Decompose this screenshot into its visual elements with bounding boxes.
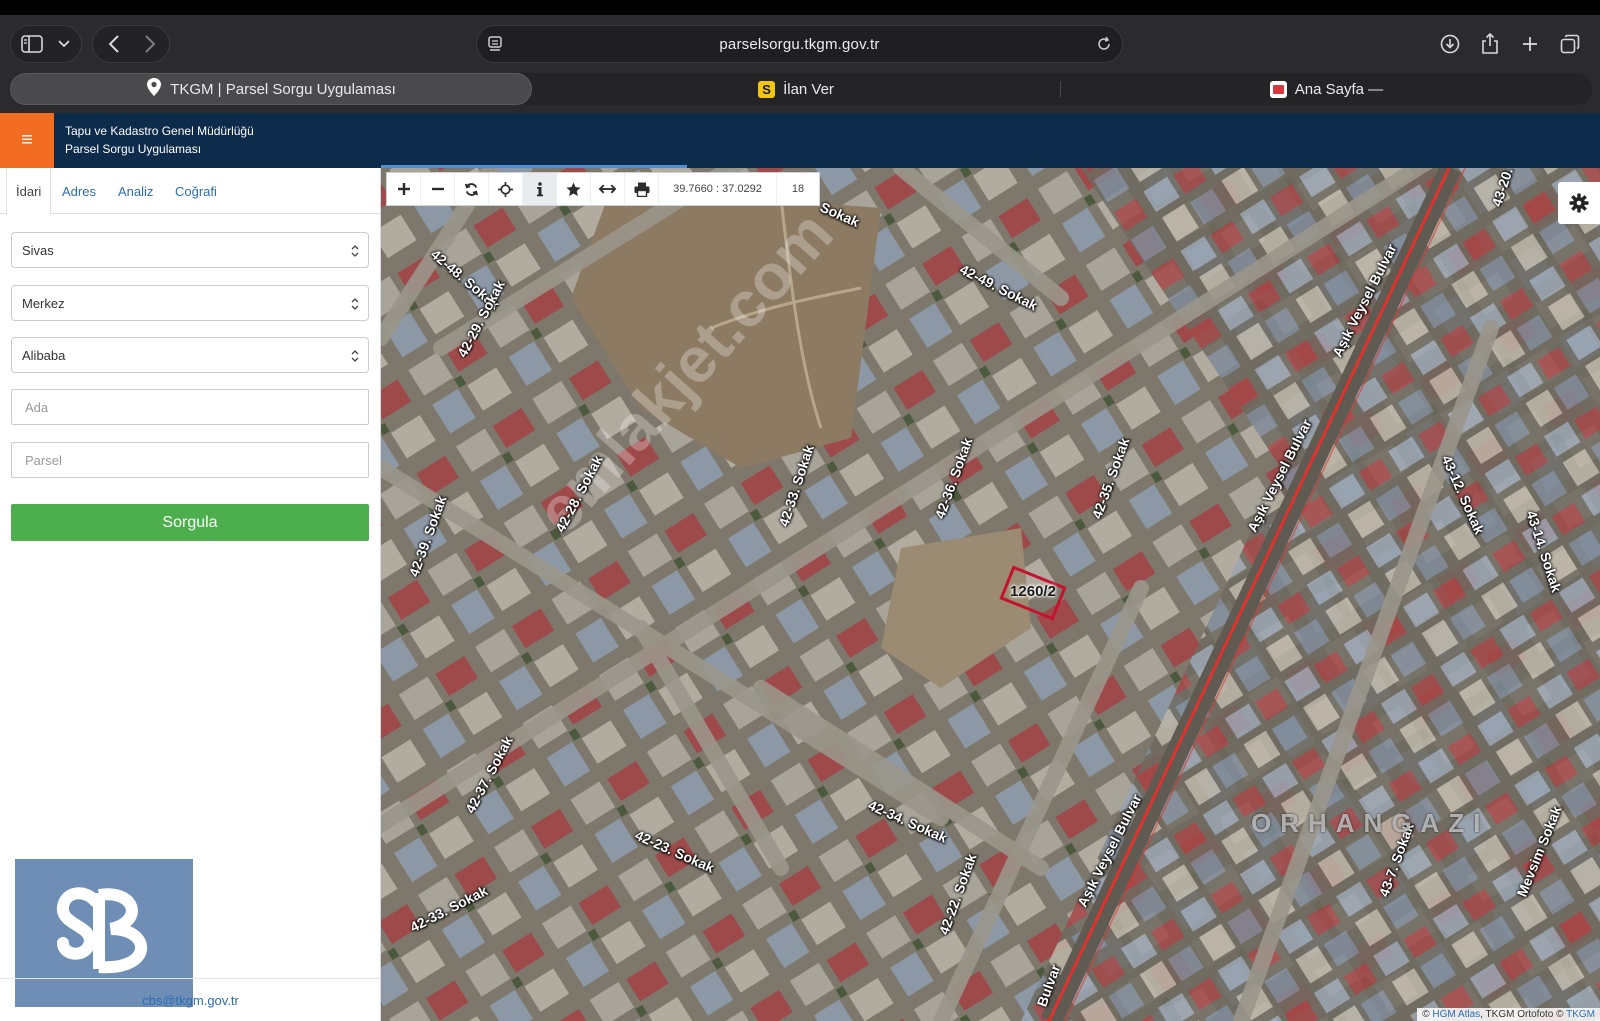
zoom-out-icon[interactable]: [421, 173, 455, 205]
ada-input[interactable]: [11, 389, 369, 425]
org-name: Tapu ve Kadastro Genel Müdürlüğü: [65, 124, 254, 138]
parsel-input[interactable]: [11, 442, 369, 478]
star-icon[interactable]: [557, 173, 591, 205]
browser-actions: [1430, 25, 1590, 63]
new-tab-icon[interactable]: [1510, 25, 1550, 63]
select-value: Sivas: [22, 243, 54, 258]
tab-cografi[interactable]: Coğrafi: [175, 168, 217, 214]
menu-button[interactable]: ≡: [0, 113, 54, 168]
address-bar[interactable]: parselsorgu.tkgm.gov.tr: [476, 25, 1123, 63]
select-value: Alibaba: [22, 348, 66, 363]
select-caret-icon: [351, 298, 359, 310]
app-title: Tapu ve Kadastro Genel Müdürlüğü Parsel …: [65, 122, 254, 158]
gear-icon: [1569, 193, 1589, 213]
tab-bar: TKGM | Parsel Sorgu Uygulaması S İlan Ve…: [0, 73, 1600, 113]
tab-title: İlan Ver: [783, 80, 834, 98]
tab-strip: TKGM | Parsel Sorgu Uygulaması S İlan Ve…: [10, 73, 1592, 105]
share-icon[interactable]: [1470, 25, 1510, 63]
map-attribution: © HGM Atlas, TKGM Ortofoto © TKGM: [1417, 1008, 1600, 1021]
district-label: ORHANGAZI: [1251, 808, 1490, 838]
coordinate-readout: 39.7660 : 37.0292: [659, 173, 777, 205]
satellite-imagery: [381, 168, 1600, 1021]
top-strip: [0, 0, 1600, 15]
print-icon[interactable]: [625, 173, 659, 205]
parcel-label: 1260/2: [1010, 583, 1056, 600]
select-value: Merkez: [22, 296, 65, 311]
location-pin-icon: [146, 77, 162, 101]
hgm-atlas-link[interactable]: HGM Atlas: [1432, 1009, 1480, 1020]
tab-title: Ana Sayfa —: [1294, 80, 1384, 98]
measure-icon[interactable]: [591, 173, 625, 205]
tab-ana-sayfa[interactable]: Ana Sayfa —: [1061, 73, 1592, 105]
zoom-in-icon[interactable]: [387, 173, 421, 205]
tab-title: TKGM | Parsel Sorgu Uygulaması: [170, 80, 396, 98]
attribution-text: , TKGM Ortofoto ©: [1480, 1009, 1564, 1020]
reload-icon[interactable]: [1096, 35, 1112, 58]
query-sidebar: İdari Adres Analiz Coğrafi Sivas Merkez …: [0, 168, 381, 1021]
refresh-icon[interactable]: [455, 173, 489, 205]
tab-adres[interactable]: Adres: [62, 168, 96, 214]
sidebar-toggle-group: [10, 25, 82, 63]
tab-tkgm[interactable]: TKGM | Parsel Sorgu Uygulaması: [10, 73, 532, 105]
crosshair-icon[interactable]: [489, 173, 523, 205]
province-select[interactable]: Sivas: [11, 232, 369, 268]
favicon-s-icon: S: [758, 80, 776, 98]
hamburger-icon: ≡: [21, 129, 33, 151]
sidebar-footer: cbs@tkgm.gov.tr: [0, 978, 381, 1021]
nav-group: [92, 25, 170, 63]
tab-idari[interactable]: İdari: [6, 168, 52, 215]
sidebar-tabs: İdari Adres Analiz Coğrafi: [0, 168, 381, 215]
attribution-prefix: ©: [1422, 1009, 1430, 1020]
sorgula-button[interactable]: Sorgula: [11, 504, 369, 541]
favicon-home-icon: [1269, 80, 1287, 98]
map-toolbar: 39.7660 : 37.0292 18: [386, 172, 820, 206]
select-caret-icon: [351, 245, 359, 257]
tab-analiz[interactable]: Analiz: [118, 168, 153, 214]
info-icon[interactable]: [523, 173, 557, 205]
download-icon[interactable]: [1430, 25, 1470, 63]
map-settings-button[interactable]: [1558, 182, 1600, 224]
select-caret-icon: [351, 350, 359, 362]
map-view[interactable]: emlakjet.com Sokak 42-48. Sokak 42-29. S…: [381, 168, 1600, 1021]
tabs-overview-icon[interactable]: [1550, 25, 1590, 63]
tkgm-link[interactable]: TKGM: [1566, 1009, 1595, 1020]
forward-icon[interactable]: [131, 26, 169, 62]
app-name: Parsel Sorgu Uygulaması: [65, 142, 202, 156]
tab-ilan-ver[interactable]: S İlan Ver: [532, 73, 1060, 105]
chevron-down-icon[interactable]: [45, 26, 83, 62]
district-select[interactable]: Merkez: [11, 285, 369, 321]
contact-email-link[interactable]: cbs@tkgm.gov.tr: [142, 993, 239, 1008]
zoom-level: 18: [791, 183, 805, 195]
browser-toolbar: parselsorgu.tkgm.gov.tr: [0, 15, 1600, 73]
app-header: ≡ Tapu ve Kadastro Genel Müdürlüğü Parse…: [0, 113, 1600, 168]
url-text: parselsorgu.tkgm.gov.tr: [719, 36, 880, 53]
back-icon[interactable]: [95, 26, 133, 62]
neighborhood-select[interactable]: Alibaba: [11, 337, 369, 373]
